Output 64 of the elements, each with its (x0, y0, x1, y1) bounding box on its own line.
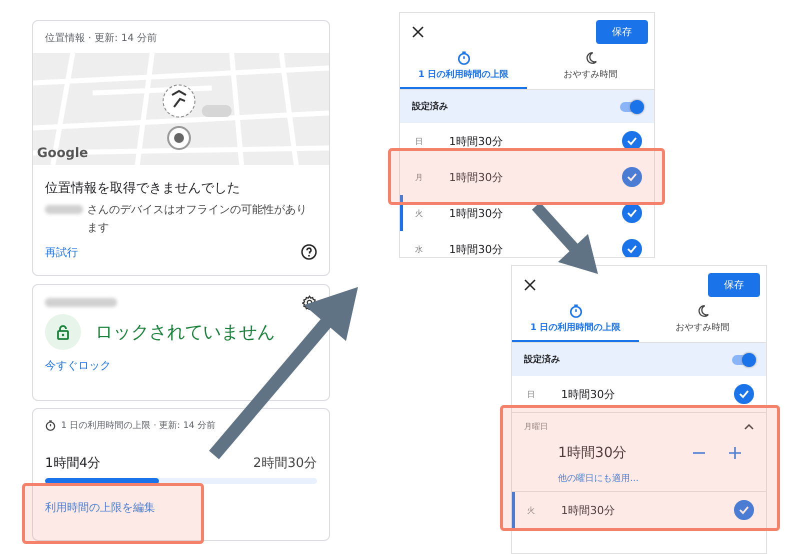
day-row[interactable]: 火 1時間30分 (512, 492, 766, 528)
checkmark-icon (626, 243, 638, 255)
checkmark-icon (738, 504, 750, 516)
checkmark-icon (626, 207, 638, 219)
day-label: 日 (527, 388, 536, 400)
day-label: 火 (415, 208, 424, 218)
close-icon[interactable] (412, 26, 424, 38)
time-value: 1時間30分 (449, 206, 504, 220)
toggle-switch[interactable] (620, 102, 642, 112)
time-value: 1時間30分 (449, 242, 504, 256)
enabled-label: 設定済み (412, 100, 448, 113)
moon-icon (696, 304, 710, 318)
day-row[interactable]: 火 1時間30分 (400, 195, 654, 231)
checkbox[interactable] (622, 131, 642, 151)
time-value: 1時間30分 (561, 386, 616, 402)
lock-now-link[interactable]: 今すぐロック (33, 358, 329, 373)
day-label: 火 (527, 504, 536, 516)
day-label: 水 (415, 244, 424, 254)
checkbox[interactable] (734, 500, 754, 520)
chevron-up-icon[interactable] (744, 422, 754, 430)
day-row[interactable]: 日 1時間30分 (512, 376, 766, 412)
time-value: 1時間30分 (558, 444, 627, 462)
card-header: 位置情報 · 更新: 14 分前 (44, 32, 158, 46)
day-row[interactable]: 日 1時間30分 (400, 123, 654, 159)
timer-icon (456, 51, 470, 65)
checkmark-icon (738, 388, 750, 400)
checkmark-icon (626, 135, 638, 147)
help-icon[interactable] (301, 244, 317, 260)
save-button[interactable]: 保存 (596, 20, 648, 44)
timer-icon (45, 420, 56, 431)
error-title: 位置情報を取得できませんでした (45, 180, 241, 197)
checkmark-icon (626, 171, 638, 183)
day-row[interactable]: 月 1時間30分 (400, 159, 654, 195)
redacted-name (45, 205, 83, 214)
time-limit: 2時間30分 (253, 455, 317, 472)
checkbox[interactable] (622, 239, 642, 257)
lock-status: ロックされていません (95, 321, 275, 344)
moon-icon (584, 51, 598, 65)
plus-icon[interactable] (728, 446, 742, 460)
day-label: 日 (415, 136, 424, 146)
card-header: 1 日の利用時間の上限 · 更新: 14 分前 (61, 420, 216, 432)
timer-icon (568, 304, 582, 318)
offline-message: さんのデバイスはオフラインの可能性があります (87, 202, 308, 236)
enabled-label: 設定済み (524, 353, 560, 366)
checkbox[interactable] (622, 203, 642, 223)
checkbox[interactable] (734, 384, 754, 404)
retry-link[interactable]: 再試行 (45, 244, 78, 260)
day-label: 月 (415, 172, 424, 182)
tab[interactable]: おやすみ時間 (639, 301, 766, 342)
apply-to-other-days-link[interactable]: 他の曜日にも適用... (524, 472, 754, 485)
toggle-switch[interactable] (732, 354, 754, 364)
edit-limit-link[interactable]: 利用時間の上限を編集 (33, 484, 329, 515)
close-icon[interactable] (524, 279, 536, 291)
map-logo: Google (37, 146, 88, 161)
time-value: 1時間30分 (449, 170, 504, 184)
used-time: 1時間4分 (45, 455, 101, 472)
time-value: 1時間30分 (561, 502, 616, 518)
day-label: 月曜日 (524, 421, 549, 432)
day-row[interactable]: 水 1時間30分 (400, 231, 654, 257)
tab[interactable]: おやすみ時間 (527, 48, 654, 89)
checkbox[interactable] (622, 167, 642, 187)
save-button[interactable]: 保存 (708, 273, 760, 297)
time-value: 1時間30分 (449, 134, 504, 148)
redacted-device-name (45, 298, 117, 307)
